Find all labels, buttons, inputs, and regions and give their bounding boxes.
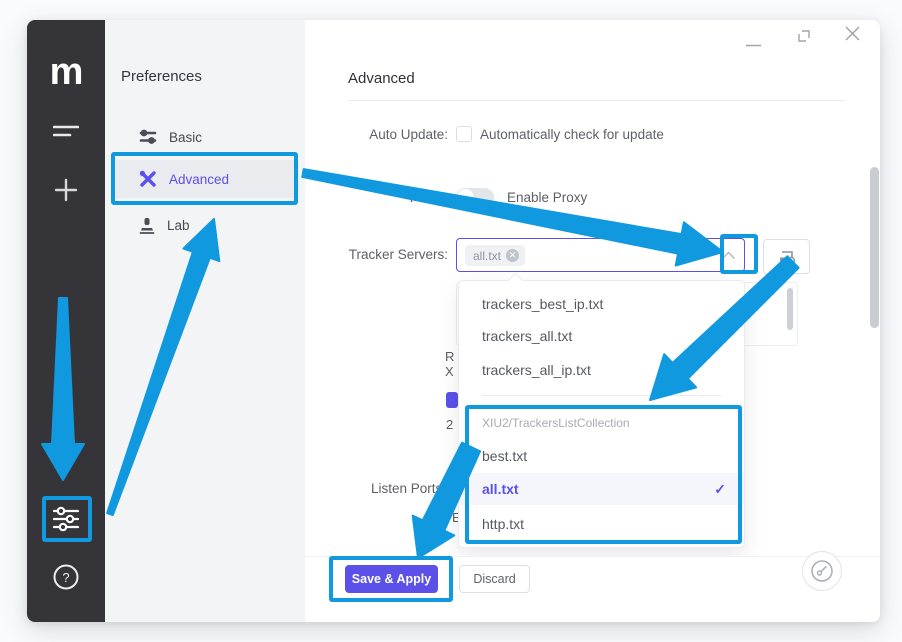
page-title: Advanced	[348, 70, 415, 87]
tracker-servers-dropdown: trackers_best_ip.txt trackers_all.txt tr…	[458, 280, 745, 548]
dropdown-option[interactable]: trackers_best_ip.txt	[459, 287, 744, 321]
close-icon[interactable]	[845, 26, 860, 46]
tracker-servers-label: Tracker Servers:	[330, 247, 448, 262]
auto-update-checkbox-label: Automatically check for update	[480, 127, 664, 142]
sidebar-item-label: Advanced	[169, 172, 229, 187]
preferences-sliders-icon[interactable]	[27, 504, 105, 534]
gauge-icon	[809, 558, 835, 584]
hidden-text-fragment: 2	[446, 417, 453, 432]
listen-ports-label: Listen Ports:	[328, 481, 446, 496]
header-divider	[348, 100, 845, 101]
textarea-scrollbar[interactable]	[787, 288, 793, 330]
svg-text:?: ?	[62, 570, 69, 585]
hidden-purple-chip-fragment	[446, 392, 458, 408]
preferences-panel: Preferences Basic Advanced	[105, 20, 305, 622]
auto-update-label: Auto Update:	[330, 127, 448, 142]
sidebar-item-lab[interactable]: Lab	[111, 206, 299, 244]
dropdown-option[interactable]: best.txt	[459, 439, 744, 473]
sidebar-item-label: Lab	[167, 218, 190, 233]
dropdown-option[interactable]: trackers_all.txt	[459, 319, 744, 353]
hidden-text-fragment: R	[445, 349, 454, 364]
sidebar-item-basic[interactable]: Basic	[111, 118, 299, 156]
tools-icon	[139, 170, 157, 188]
content-scrollbar[interactable]	[870, 167, 879, 328]
preferences-title: Preferences	[121, 68, 202, 85]
discard-button[interactable]: Discard	[459, 565, 530, 593]
dropdown-group-label: XIU2/TrackersListCollection	[459, 409, 744, 437]
tag-label: all.txt	[473, 249, 501, 263]
minimize-button[interactable]	[746, 34, 761, 52]
tracker-servers-select[interactable]: all.txt ✕	[456, 238, 745, 272]
proxy-toggle-label: Enable Proxy	[507, 190, 587, 205]
option-label: all.txt	[482, 481, 519, 497]
help-icon[interactable]: ?	[27, 562, 105, 592]
basic-toggles-icon	[139, 129, 157, 145]
app-logo: m	[27, 54, 105, 90]
speed-gauge-button[interactable]	[802, 551, 842, 591]
sidebar-item-label: Basic	[169, 130, 202, 145]
add-task-icon[interactable]	[27, 176, 105, 204]
dropdown-notch	[508, 273, 524, 289]
dropdown-option[interactable]: http.txt	[459, 507, 744, 541]
auto-update-checkbox[interactable]	[456, 126, 472, 142]
toggle-knob	[457, 189, 474, 206]
app-sidebar: m ?	[27, 20, 105, 622]
sync-trackers-button[interactable]	[763, 239, 810, 274]
proxy-toggle[interactable]	[456, 188, 494, 207]
tag-close-icon[interactable]: ✕	[506, 249, 519, 262]
dropdown-option[interactable]: trackers_all_ip.txt	[459, 353, 744, 387]
chevron-up-icon[interactable]	[722, 251, 735, 259]
dropdown-option-selected[interactable]: all.txt ✓	[459, 473, 744, 505]
sync-icon	[778, 249, 795, 264]
maximize-button[interactable]	[797, 28, 812, 48]
task-list-icon[interactable]	[27, 120, 105, 146]
sidebar-item-advanced[interactable]: Advanced	[111, 160, 299, 198]
selected-tracker-tag: all.txt ✕	[465, 245, 525, 266]
proxy-label: Proxy:	[330, 190, 448, 205]
dropdown-divider	[482, 395, 721, 396]
check-icon: ✓	[714, 473, 726, 505]
hidden-text-fragment: X	[445, 364, 454, 379]
save-apply-button[interactable]: Save & Apply	[345, 565, 438, 593]
logo-m-glyph: m	[50, 53, 83, 91]
app-window: m ? Preferences	[27, 20, 880, 622]
lab-stamp-icon	[139, 217, 155, 234]
